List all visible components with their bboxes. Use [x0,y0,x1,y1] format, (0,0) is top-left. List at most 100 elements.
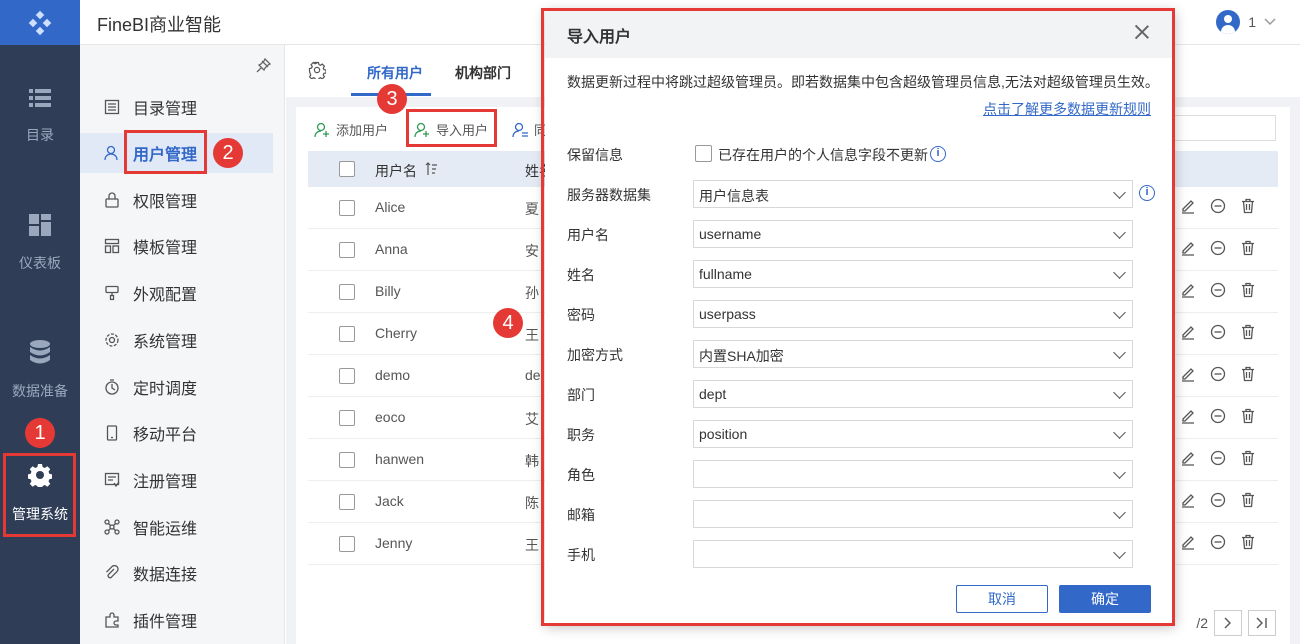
field-value: position [699,426,748,442]
row-checkbox[interactable] [339,452,355,468]
edit-icon[interactable] [1180,282,1196,298]
delete-icon[interactable] [1240,324,1256,340]
field-select[interactable]: fullname [693,260,1133,288]
settings-icon[interactable] [308,61,327,82]
field-label: 服务器数据集 [567,187,651,203]
brush-icon [103,284,121,302]
chevron-down-icon [1264,18,1276,26]
add-user-button[interactable]: 添加用户 [314,120,388,139]
menu-label: 插件管理 [133,614,198,631]
menu-item-registration[interactable]: 注册管理 [80,460,273,500]
keep-info-checkbox[interactable] [695,145,712,162]
header-username[interactable]: 用户名 [375,161,417,181]
user-name: 1 [1248,14,1256,30]
delete-icon[interactable] [1240,450,1256,466]
keep-info-checkbox-label[interactable]: 已存在用户的个人信息字段不更新 [718,145,928,165]
menu-item-data-connection[interactable]: 数据连接 [80,553,273,593]
chevron-down-icon [1113,226,1126,239]
sort-icon[interactable] [425,162,437,179]
disable-icon[interactable] [1210,408,1226,424]
menu-item-plugins[interactable]: 插件管理 [80,600,273,640]
menu-item-catalog[interactable]: 目录管理 [80,87,273,127]
rail-item-dashboard[interactable]: 仪表板 [0,214,80,273]
chevron-down-icon [1113,546,1126,559]
chevron-down-icon [1113,386,1126,399]
disable-icon[interactable] [1210,450,1226,466]
field-select[interactable] [693,500,1133,528]
search-input[interactable] [1166,115,1276,141]
edit-icon[interactable] [1180,366,1196,382]
menu-item-system[interactable]: 系统管理 [80,320,273,360]
delete-icon[interactable] [1240,534,1256,550]
edit-icon[interactable] [1180,240,1196,256]
row-checkbox[interactable] [339,494,355,510]
row-checkbox[interactable] [339,326,355,342]
delete-icon[interactable] [1240,408,1256,424]
menu-item-templates[interactable]: 模板管理 [80,226,273,266]
info-icon[interactable]: i [1139,185,1155,201]
cell-username: Cherry [375,325,418,341]
disable-icon[interactable] [1210,324,1226,340]
disable-icon[interactable] [1210,198,1226,214]
ok-button[interactable]: 确定 [1059,585,1151,613]
menu-item-ops[interactable]: 智能运维 [80,507,273,547]
row-checkbox[interactable] [339,242,355,258]
step-badge: 3 [377,84,407,114]
sync-user-button[interactable]: 同 [512,120,547,139]
last-page-button[interactable] [1248,610,1276,636]
disable-icon[interactable] [1210,240,1226,256]
pin-icon[interactable] [256,57,272,76]
menu-item-mobile[interactable]: 移动平台 [80,413,273,453]
field-select[interactable] [693,540,1133,568]
field-select[interactable]: userpass [693,300,1133,328]
field-select[interactable]: position [693,420,1133,448]
cancel-button[interactable]: 取消 [956,585,1048,613]
field-select[interactable]: dept [693,380,1133,408]
disable-icon[interactable] [1210,534,1226,550]
rail-item-catalog[interactable]: 目录 [0,88,80,145]
field-select[interactable]: 内置SHA加密 [693,340,1133,368]
row-checkbox[interactable] [339,284,355,300]
menu-label: 数据连接 [133,567,198,584]
disable-icon[interactable] [1210,492,1226,508]
menu-item-permissions[interactable]: 权限管理 [80,180,273,220]
rail-item-data-prep[interactable]: 数据准备 [0,340,80,401]
delete-icon[interactable] [1240,198,1256,214]
select-all-checkbox[interactable] [339,161,355,177]
edit-icon[interactable] [1180,492,1196,508]
edit-icon[interactable] [1180,450,1196,466]
delete-icon[interactable] [1240,240,1256,256]
info-icon[interactable]: i [930,146,946,162]
disable-icon[interactable] [1210,366,1226,382]
logo-icon[interactable] [0,0,80,45]
close-icon[interactable] [1135,25,1149,39]
user-menu[interactable]: 1 [1216,10,1276,34]
row-checkbox[interactable] [339,410,355,426]
menu-item-scheduler[interactable]: 定时调度 [80,367,273,407]
disable-icon[interactable] [1210,282,1226,298]
menu-item-appearance[interactable]: 外观配置 [80,273,273,313]
edit-icon[interactable] [1180,198,1196,214]
rail-item-admin[interactable]: 管理系统 [0,463,80,524]
delete-icon[interactable] [1240,366,1256,382]
field-select[interactable]: 用户信息表 [693,180,1133,208]
menu-item-user-management[interactable]: 用户管理 [80,133,273,173]
row-checkbox[interactable] [339,368,355,384]
more-rules-link[interactable]: 点击了解更多数据更新规则 [983,99,1151,119]
field-select[interactable] [693,460,1133,488]
row-checkbox[interactable] [339,536,355,552]
delete-icon[interactable] [1240,282,1256,298]
next-page-button[interactable] [1214,610,1242,636]
tab-departments[interactable]: 机构部门 [455,63,511,83]
menu-label: 用户管理 [133,147,198,164]
field-label: 用户名 [567,227,609,243]
field-select[interactable]: username [693,220,1133,248]
row-checkbox[interactable] [339,200,355,216]
edit-icon[interactable] [1180,324,1196,340]
menu-label: 注册管理 [133,474,198,491]
import-user-button[interactable]: 导入用户 [414,120,488,139]
edit-icon[interactable] [1180,408,1196,424]
edit-icon[interactable] [1180,534,1196,550]
delete-icon[interactable] [1240,492,1256,508]
tab-all-users[interactable]: 所有用户 [367,63,423,83]
